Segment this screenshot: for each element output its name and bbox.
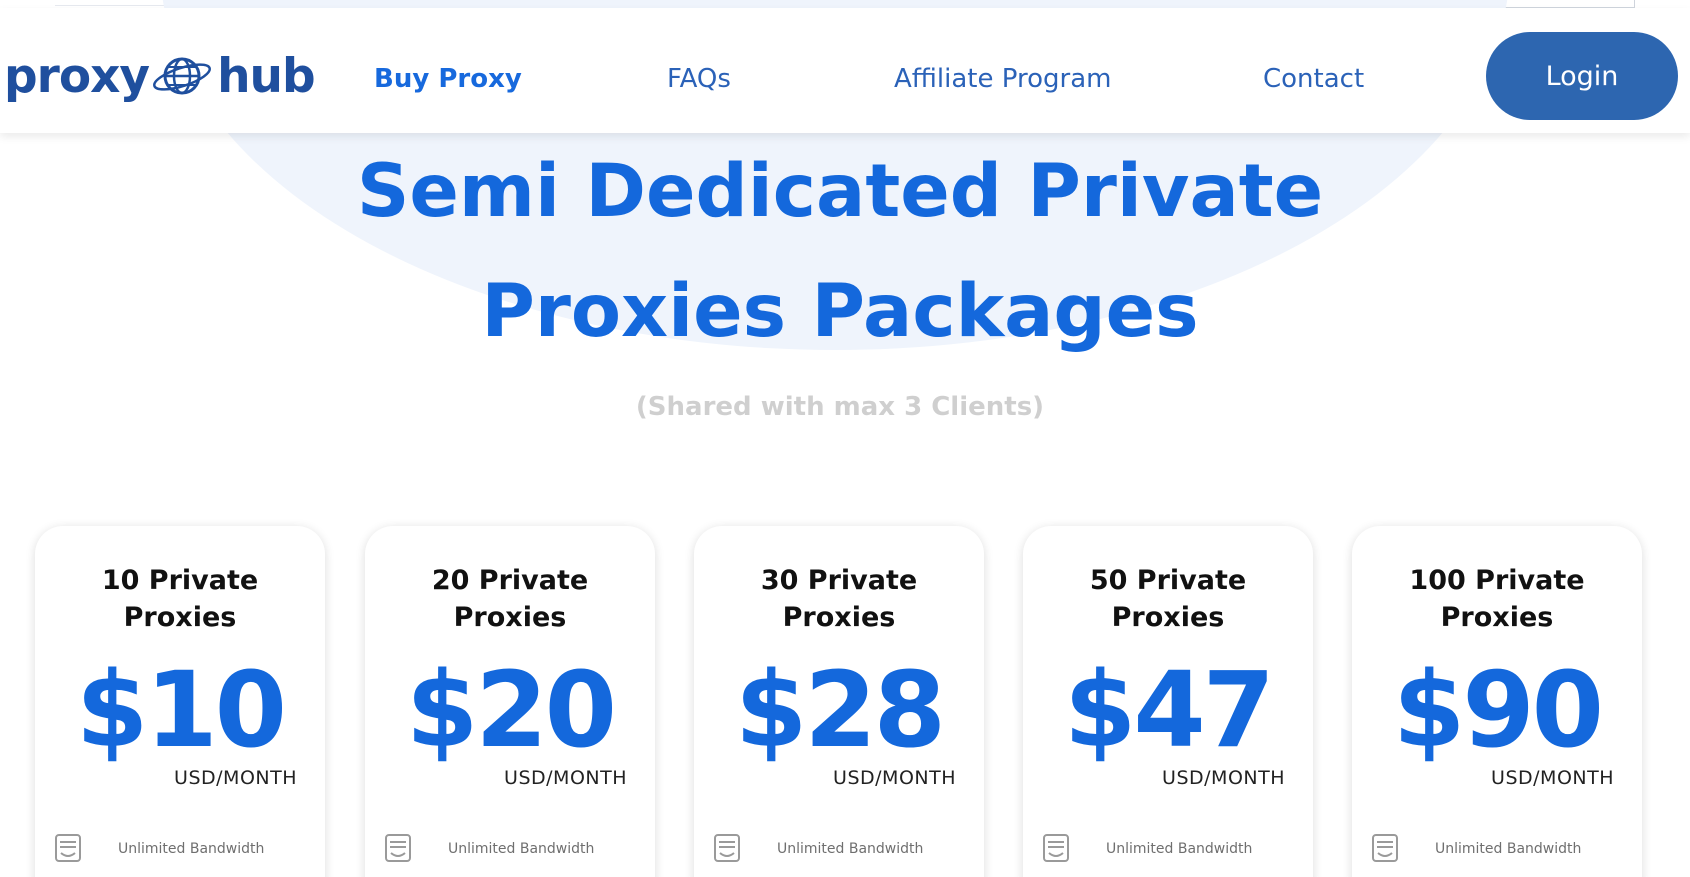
- logo-text-right: hub: [217, 48, 316, 104]
- logo[interactable]: proxy hub: [4, 46, 316, 106]
- feature-label: Unlimited Bandwidth: [1106, 841, 1253, 857]
- bandwidth-icon: [385, 834, 411, 862]
- package-price: $10: [75, 649, 287, 771]
- package-price-unit: USD/MONTH: [1491, 767, 1614, 789]
- package-title: 10 Private Proxies: [35, 562, 325, 636]
- package-card[interactable]: 100 Private Proxies $90 USD/MONTH Unlimi…: [1352, 526, 1642, 877]
- bandwidth-icon: [714, 834, 740, 862]
- package-title: 30 Private Proxies: [694, 562, 984, 636]
- package-title-line-1: 10 Private: [101, 565, 259, 596]
- feature-label: Unlimited Bandwidth: [1435, 841, 1582, 857]
- nav-buy-proxy[interactable]: Buy Proxy: [374, 63, 522, 95]
- logo-text-left: proxy: [4, 48, 150, 104]
- package-title-line-1: 100 Private: [1409, 565, 1585, 596]
- package-price-unit: USD/MONTH: [504, 767, 627, 789]
- package-title-line-2: Proxies: [123, 602, 237, 633]
- package-price: $90: [1392, 649, 1604, 771]
- nav-faqs[interactable]: FAQs: [667, 63, 731, 95]
- navbar: proxy hub Buy Proxy FAQs Affiliate Progr…: [0, 8, 1690, 133]
- package-title-line-2: Proxies: [1440, 602, 1554, 633]
- package-title-line-1: 20 Private: [431, 565, 589, 596]
- package-card[interactable]: 20 Private Proxies $20 USD/MONTH Unlimit…: [365, 526, 655, 877]
- package-price-unit: USD/MONTH: [833, 767, 956, 789]
- package-title-line-2: Proxies: [1111, 602, 1225, 633]
- package-title-line-2: Proxies: [453, 602, 567, 633]
- feature-label: Unlimited Bandwidth: [777, 841, 924, 857]
- feature-label: Unlimited Bandwidth: [118, 841, 265, 857]
- package-price-unit: USD/MONTH: [174, 767, 297, 789]
- package-price: $20: [405, 649, 617, 771]
- package-card[interactable]: 30 Private Proxies $28 USD/MONTH Unlimit…: [694, 526, 984, 877]
- feature-label: Unlimited Bandwidth: [448, 841, 595, 857]
- page-title: Semi Dedicated Private Proxies Packages: [0, 132, 1680, 372]
- bandwidth-icon: [1043, 834, 1069, 862]
- page-subtitle: (Shared with max 3 Clients): [635, 392, 1045, 422]
- bandwidth-icon: [1372, 834, 1398, 862]
- package-title: 50 Private Proxies: [1023, 562, 1313, 636]
- package-price-unit: USD/MONTH: [1162, 767, 1285, 789]
- package-card[interactable]: 50 Private Proxies $47 USD/MONTH Unlimit…: [1023, 526, 1313, 877]
- package-title-line-1: 30 Private: [760, 565, 918, 596]
- package-title-line-2: Proxies: [782, 602, 896, 633]
- globe-icon: [153, 57, 212, 95]
- nav-affiliate-program[interactable]: Affiliate Program: [894, 63, 1111, 95]
- page-title-line-2: Proxies Packages: [481, 269, 1199, 354]
- package-title-line-1: 50 Private: [1089, 565, 1247, 596]
- package-title: 20 Private Proxies: [365, 562, 655, 636]
- package-title: 100 Private Proxies: [1352, 562, 1642, 636]
- page-title-line-1: Semi Dedicated Private: [356, 149, 1324, 234]
- login-button[interactable]: Login: [1486, 32, 1678, 120]
- bandwidth-icon: [55, 834, 81, 862]
- package-price: $47: [1063, 649, 1275, 771]
- package-card[interactable]: 10 Private Proxies $10 USD/MONTH Unlimit…: [35, 526, 325, 877]
- nav-contact[interactable]: Contact: [1263, 63, 1364, 95]
- package-price: $28: [734, 649, 946, 771]
